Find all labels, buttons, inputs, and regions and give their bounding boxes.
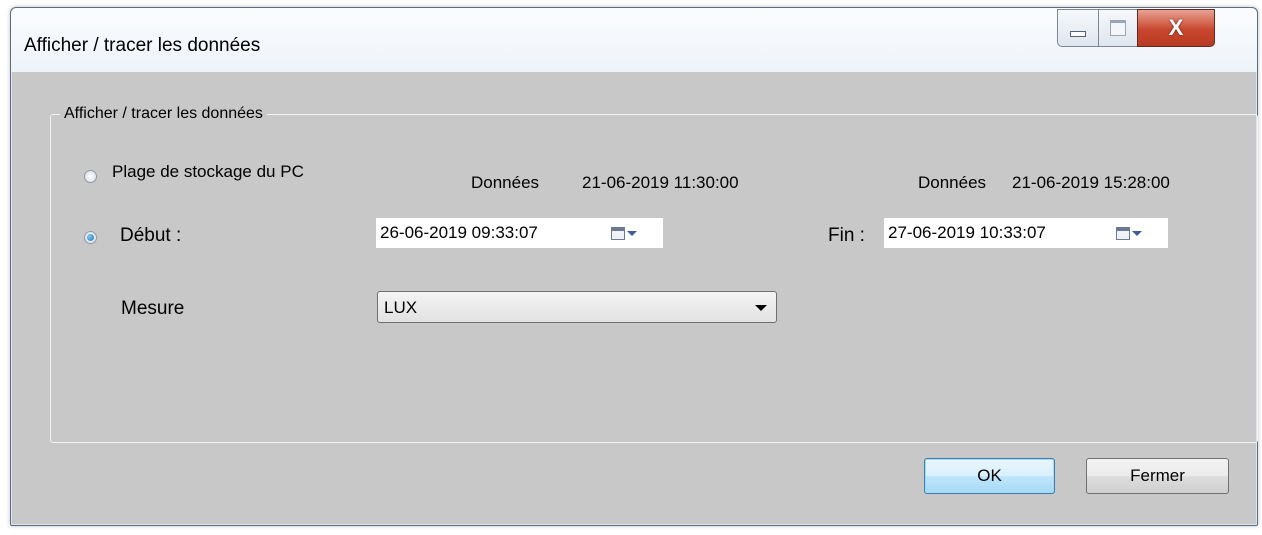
title-bar[interactable]: Afficher / tracer les données X: [11, 8, 1257, 72]
dialog-window: Afficher / tracer les données X Afficher…: [10, 7, 1258, 526]
maximize-icon: [1110, 20, 1126, 36]
fin-label: Fin :: [828, 225, 865, 246]
ok-button-label: OK: [977, 466, 1002, 485]
close-button[interactable]: X: [1137, 9, 1215, 47]
radio-debut[interactable]: [84, 231, 97, 244]
debut-date-value[interactable]: 26-06-2019 09:33:07: [380, 223, 538, 243]
calendar-icon[interactable]: [611, 227, 625, 240]
mesure-label: Mesure: [121, 298, 185, 319]
radio-pc-range[interactable]: [84, 170, 97, 183]
fin-date-value[interactable]: 27-06-2019 10:33:07: [888, 223, 1046, 243]
pc-end-label: Données: [918, 173, 987, 192]
chevron-down-icon[interactable]: [1132, 231, 1142, 236]
ok-button[interactable]: OK: [924, 458, 1055, 494]
fermer-button-label: Fermer: [1130, 466, 1185, 485]
radio-debut-label[interactable]: Début :: [120, 225, 181, 247]
pc-start-label: Données: [471, 173, 540, 192]
group-box-legend: Afficher / tracer les données: [60, 105, 267, 123]
chevron-down-icon[interactable]: [755, 305, 767, 311]
mesure-selected-value[interactable]: LUX: [384, 298, 417, 318]
pc-start-value: 21-06-2019 11:30:00: [582, 173, 739, 192]
calendar-icon[interactable]: [1116, 227, 1130, 240]
pc-end-value: 21-06-2019 15:28:00: [1012, 173, 1170, 192]
maximize-button[interactable]: [1098, 9, 1138, 47]
mesure-select[interactable]: LUX: [377, 291, 777, 323]
fermer-button[interactable]: Fermer: [1086, 458, 1229, 494]
fin-date-picker[interactable]: 27-06-2019 10:33:07: [884, 218, 1168, 248]
debut-date-picker[interactable]: 26-06-2019 09:33:07: [376, 218, 663, 248]
close-icon: X: [1168, 15, 1184, 40]
window-title: Afficher / tracer les données: [24, 35, 261, 56]
radio-pc-range-label[interactable]: Plage de stockage du PC: [112, 162, 304, 182]
minimize-button[interactable]: [1057, 9, 1099, 47]
minimize-icon: [1070, 31, 1086, 37]
chevron-down-icon[interactable]: [627, 231, 637, 236]
dialog-client-area: Afficher / tracer les données Plage de s…: [12, 72, 1258, 524]
